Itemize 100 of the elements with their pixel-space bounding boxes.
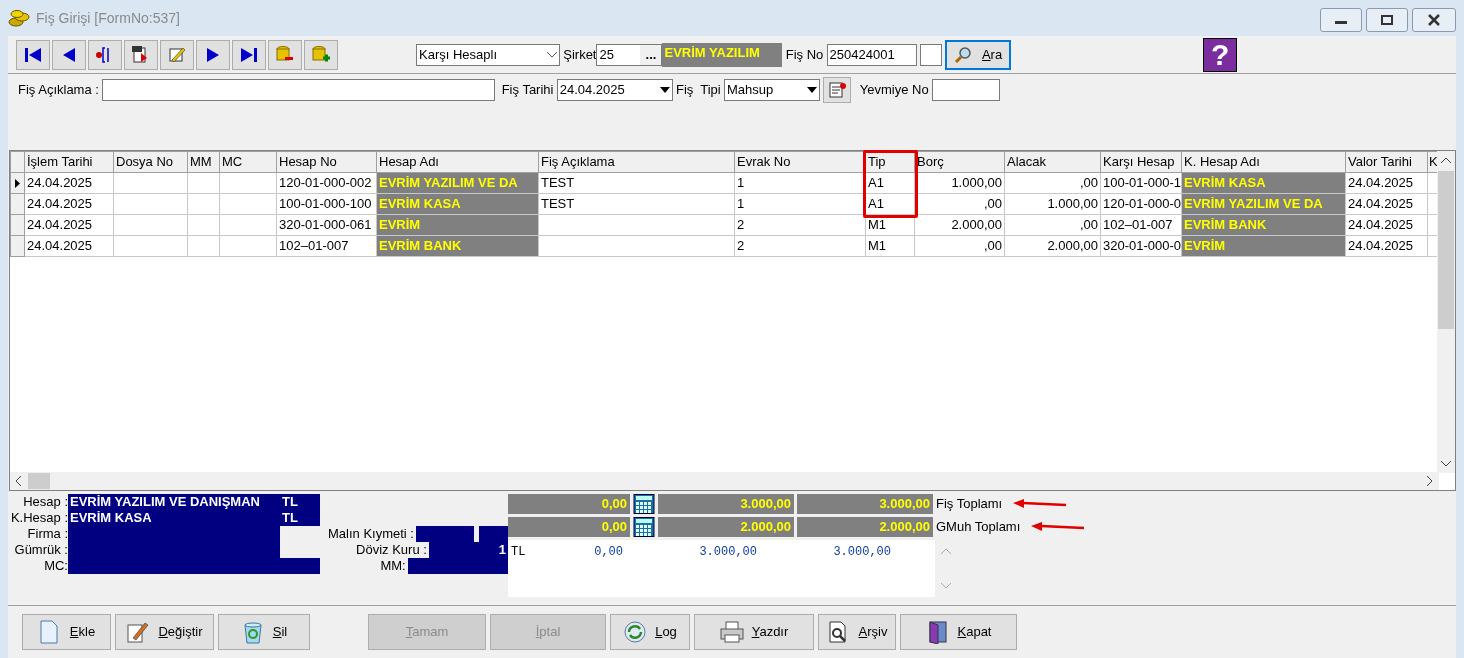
column-header[interactable]: Valor Tarihi (1345, 151, 1428, 173)
database-add-icon (311, 44, 331, 65)
total-value: 3.000,00 (797, 494, 933, 514)
table-cell: 320-01-000-061 (276, 214, 377, 236)
table-cell: 24.04.2025 (24, 214, 114, 236)
coins-icon (8, 8, 30, 28)
column-header[interactable]: K. Hesap Adı (1181, 151, 1346, 173)
maximize-button[interactable] (1366, 8, 1408, 32)
toolbar-button[interactable] (196, 39, 230, 70)
toolbar-button[interactable] (88, 39, 122, 70)
scrollbar-thumb[interactable] (28, 473, 50, 489)
search-button[interactable]: Ara (945, 39, 1012, 70)
mode-dropdown[interactable]: Karşı Hesaplı (416, 43, 560, 66)
total-value: 0,00 (508, 517, 630, 537)
minimize-button[interactable] (1320, 8, 1362, 32)
table-cell: 2.000,00 (1004, 235, 1101, 257)
row-header[interactable] (10, 214, 25, 236)
table-cell: 1.000,00 (1004, 193, 1101, 215)
calculator-icon (633, 494, 655, 514)
close-icon (1428, 14, 1440, 26)
action-button[interactable]: Arşiv (818, 614, 896, 650)
toolbar-button[interactable] (16, 39, 50, 70)
table-cell: 24.04.2025 (24, 172, 114, 194)
action-button[interactable]: Ekle (22, 614, 111, 650)
action-button[interactable]: Log (610, 614, 690, 650)
toolbar-button[interactable] (124, 39, 158, 70)
table-cell: 320-01-000-0 (1100, 235, 1182, 257)
table-cell: 120-01-000-0 (1100, 193, 1182, 215)
extra-field[interactable] (919, 43, 942, 66)
column-header[interactable]: Evrak No (734, 151, 866, 173)
action-button[interactable]: Sil (218, 614, 310, 650)
search-icon (953, 45, 972, 64)
column-header[interactable]: Hesap No (276, 151, 377, 173)
toolbar-button[interactable] (232, 39, 266, 70)
field-value: EVRİM KASA (68, 510, 280, 526)
action-button[interactable]: Değiştir (115, 614, 214, 650)
extra-value (478, 526, 508, 542)
row-indicator[interactable] (10, 172, 25, 194)
table-cell: A1 (865, 193, 915, 215)
arrow-icon (1011, 499, 1068, 509)
field-value: EVRİM YAZILIM VE DANIŞMAN (68, 494, 280, 510)
toolbar-button[interactable] (52, 39, 86, 70)
table-cell: 102–01-007 (1100, 214, 1182, 236)
currency-value: TL (280, 510, 320, 526)
column-header[interactable]: Alacak (1004, 151, 1101, 173)
table-cell: ,00 (914, 235, 1005, 257)
vertical-scrollbar[interactable] (1437, 151, 1455, 473)
table-cell: 120-01-000-002 (276, 172, 377, 194)
scrollbar-thumb[interactable] (1438, 171, 1454, 329)
scroll-left-icon (15, 476, 21, 486)
total-label: Fiş Toplamı (936, 495, 1003, 514)
scroll-up-icon (941, 548, 951, 554)
field-label: MC: (43, 558, 68, 574)
total-value: 0,00 (508, 494, 630, 514)
refresh-icon (623, 620, 648, 644)
column-header[interactable]: Dosya No (113, 151, 188, 173)
action-button[interactable]: Yazdır (694, 614, 814, 650)
column-header[interactable]: Karşı Hesap (1100, 151, 1182, 173)
type-dropdown[interactable]: Mahsup (724, 79, 820, 101)
close-button[interactable] (1412, 8, 1456, 32)
window-title: Fiş Girişi [FormNo:537] (36, 8, 180, 28)
description-field[interactable] (102, 79, 496, 101)
company-name: EVRİM YAZILIM (662, 42, 783, 67)
table-cell: 100-01-000-1 (1100, 172, 1182, 194)
column-header[interactable]: İşlem Tarihi (24, 151, 114, 173)
document-icon (828, 81, 847, 99)
table-cell: TEST (538, 193, 735, 215)
document-button[interactable] (823, 77, 852, 103)
table-cell: 2 (734, 235, 866, 257)
table-cell: 24.04.2025 (1345, 172, 1428, 194)
field-label: Malın Kıymeti : (328, 526, 414, 542)
restore-icon (1381, 15, 1393, 25)
horizontal-scrollbar[interactable] (10, 472, 1439, 490)
help-button[interactable]: ? (1203, 37, 1238, 72)
total-label: GMuh Toplamı (936, 518, 1021, 537)
date-field[interactable]: 24.04.2025 (556, 79, 673, 101)
action-button[interactable]: Kapat (900, 614, 1017, 650)
journal-no-field[interactable] (931, 79, 1000, 101)
table-cell: 100-01-000-100 (276, 193, 377, 215)
field-label: Firma : (26, 526, 68, 542)
table-cell: ,00 (1004, 172, 1101, 194)
column-header[interactable]: MM (187, 151, 220, 173)
table-cell: TEST (538, 172, 735, 194)
row-header[interactable] (10, 235, 25, 257)
calculator-icon (633, 517, 655, 537)
scroll-up-icon (1441, 157, 1451, 163)
pencil-icon (126, 620, 151, 644)
field-label: Döviz Kuru : (355, 542, 427, 558)
column-header[interactable]: Fiş Açıklama (538, 151, 735, 173)
total-value: 2.000,00 (658, 517, 794, 537)
total-value: 3.000,00 (658, 494, 794, 514)
column-header[interactable]: MC (219, 151, 277, 173)
field-label: MM: (379, 558, 406, 574)
column-header[interactable]: Hesap Adı (376, 151, 539, 173)
voucher-no-label: Fiş No (785, 45, 824, 64)
scroll-down-icon (941, 583, 951, 589)
field-label: K.Hesap : (9, 510, 68, 526)
company-label: Şirket (563, 45, 597, 64)
table-cell: ,00 (1004, 214, 1101, 236)
voucher-no-field[interactable]: 250424001 (826, 43, 917, 66)
